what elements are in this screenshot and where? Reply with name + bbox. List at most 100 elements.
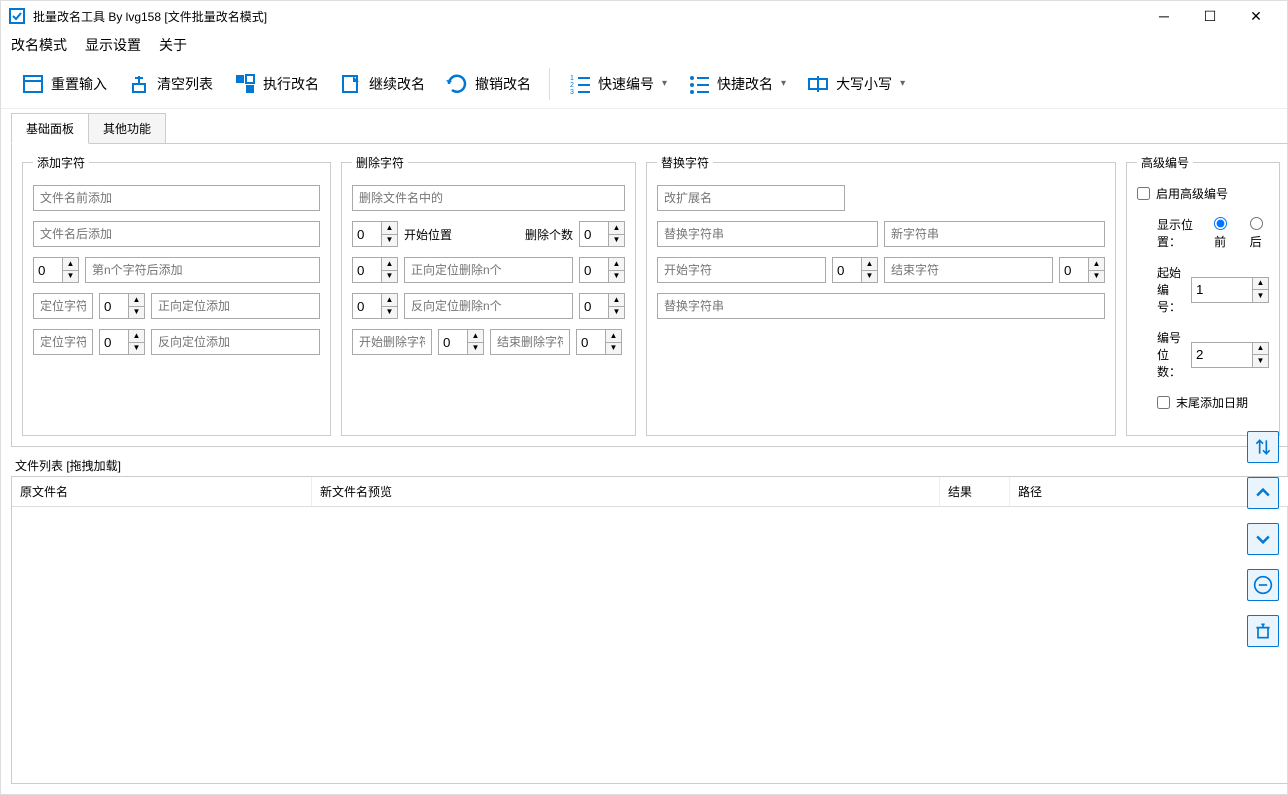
chevron-down-icon: ▾ [662, 78, 667, 89]
start-num-label: 起始编号： [1157, 264, 1181, 315]
undo-rename-button[interactable]: 撤销改名 [437, 68, 539, 100]
chevron-down-icon: ▾ [900, 78, 905, 89]
rep-startchar-input[interactable] [657, 257, 826, 283]
minimize-button[interactable]: ─ [1141, 1, 1187, 31]
add-reverse-input[interactable] [151, 329, 320, 355]
menu-about[interactable]: 关于 [159, 35, 187, 55]
menubar: 改名模式 显示设置 关于 [1, 31, 1287, 59]
add-after-input[interactable] [33, 221, 320, 247]
trash-icon [1253, 621, 1273, 641]
del-rev-cnt-spinner[interactable]: ▲▼ [579, 293, 625, 319]
menu-display-settings[interactable]: 显示设置 [85, 35, 141, 55]
add-forward-input[interactable] [151, 293, 320, 319]
side-buttons-bottom [1239, 431, 1287, 647]
pos-label: 显示位置： [1157, 216, 1198, 250]
move-down-button[interactable] [1247, 523, 1279, 555]
rep-find-input[interactable] [657, 221, 878, 247]
quick-rename-button[interactable]: 快捷改名 ▾ [679, 68, 794, 100]
del-fwd-cnt-spinner[interactable]: ▲▼ [579, 257, 625, 283]
undo-icon [445, 72, 469, 96]
rep-endchar-input[interactable] [884, 257, 1053, 283]
rep-str2-input[interactable] [657, 293, 1105, 319]
add-locate1-spinner[interactable]: ▲▼ [99, 293, 145, 319]
legend-add: 添加字符 [33, 154, 89, 171]
append-date-checkbox[interactable] [1157, 396, 1170, 409]
minus-circle-icon [1253, 575, 1273, 595]
numbered-list-icon: 123 [568, 72, 592, 96]
del-endchar-spinner[interactable]: ▲▼ [576, 329, 622, 355]
append-date-label: 末尾添加日期 [1176, 394, 1248, 411]
add-locate2-input[interactable] [33, 329, 93, 355]
rep-startchar-spinner[interactable]: ▲▼ [832, 257, 878, 283]
window-title: 批量改名工具 By lvg158 [文件批量改名模式] [33, 8, 1141, 25]
fieldset-advanced-number: 高级编号 启用高级编号 显示位置： 前 后 起始编号： ▲▼ [1126, 154, 1280, 436]
svg-text:2: 2 [570, 82, 574, 89]
legend-del: 删除字符 [352, 154, 408, 171]
execute-rename-button[interactable]: 执行改名 [225, 68, 327, 100]
app-icon [9, 8, 25, 24]
svg-text:3: 3 [570, 89, 574, 96]
del-startchar-spinner[interactable]: ▲▼ [438, 329, 484, 355]
delete-button[interactable] [1247, 615, 1279, 647]
clear-list-button[interactable]: 清空列表 [119, 68, 221, 100]
add-nth-input[interactable] [85, 257, 320, 283]
del-in-input[interactable] [352, 185, 625, 211]
del-fwd-input[interactable] [404, 257, 573, 283]
file-list-section: 文件列表 [拖拽加载] 原文件名 新文件名预览 结果 路径 [11, 455, 1288, 784]
tabs: 基础面板 其他功能 [11, 113, 1288, 144]
continue-icon [339, 72, 363, 96]
exec-icon [233, 72, 257, 96]
enable-number-checkbox[interactable] [1137, 187, 1150, 200]
fieldset-add-chars: 添加字符 ▲▼ ▲▼ ▲▼ [22, 154, 331, 436]
chevron-down-icon: ▾ [781, 78, 786, 89]
add-before-input[interactable] [33, 185, 320, 211]
del-endchar-input[interactable] [490, 329, 570, 355]
maximize-button[interactable]: ☐ [1187, 1, 1233, 31]
legend-num: 高级编号 [1137, 154, 1193, 171]
tab-basic[interactable]: 基础面板 [11, 113, 89, 144]
add-locate1-input[interactable] [33, 293, 93, 319]
svg-text:1: 1 [570, 75, 574, 82]
col-new-name[interactable]: 新文件名预览 [312, 477, 940, 506]
continue-rename-button[interactable]: 继续改名 [331, 68, 433, 100]
del-start-spinner[interactable]: ▲▼ [352, 221, 398, 247]
del-start-label: 开始位置 [404, 226, 452, 243]
del-startchar-input[interactable] [352, 329, 432, 355]
toolbar: 重置输入 清空列表 执行改名 继续改名 撤销改名 123 快速编号 ▾ 快捷改名… [1, 59, 1287, 109]
remove-button[interactable] [1247, 569, 1279, 601]
titlebar: 批量改名工具 By lvg158 [文件批量改名模式] ─ ☐ ✕ [1, 1, 1287, 31]
sort-icon [1253, 437, 1273, 457]
reset-icon [21, 72, 45, 96]
file-table-header: 原文件名 新文件名预览 结果 路径 [12, 477, 1288, 507]
col-result[interactable]: 结果 [940, 477, 1010, 506]
pos-back-radio[interactable]: 后 [1250, 217, 1269, 250]
fieldset-replace-chars: 替换字符 ▲▼ ▲▼ [646, 154, 1116, 436]
close-button[interactable]: ✕ [1233, 1, 1279, 31]
reset-input-button[interactable]: 重置输入 [13, 68, 115, 100]
enable-number-label: 启用高级编号 [1156, 185, 1228, 202]
bullet-list-icon [687, 72, 711, 96]
rep-endchar-spinner[interactable]: ▲▼ [1059, 257, 1105, 283]
tab-other[interactable]: 其他功能 [88, 113, 166, 144]
file-table[interactable]: 原文件名 新文件名预览 结果 路径 [11, 476, 1288, 784]
menu-rename-mode[interactable]: 改名模式 [11, 35, 67, 55]
digits-spinner[interactable]: ▲▼ [1191, 342, 1269, 368]
del-fwd-spinner[interactable]: ▲▼ [352, 257, 398, 283]
del-count-spinner[interactable]: ▲▼ [579, 221, 625, 247]
rep-ext-input[interactable] [657, 185, 845, 211]
quick-number-button[interactable]: 123 快速编号 ▾ [560, 68, 675, 100]
move-up-button[interactable] [1247, 477, 1279, 509]
del-rev-spinner[interactable]: ▲▼ [352, 293, 398, 319]
toolbar-separator [549, 68, 550, 100]
rep-new-input[interactable] [884, 221, 1105, 247]
start-num-spinner[interactable]: ▲▼ [1191, 277, 1269, 303]
add-locate2-spinner[interactable]: ▲▼ [99, 329, 145, 355]
add-n-spinner[interactable]: ▲▼ [33, 257, 79, 283]
tab-content: 添加字符 ▲▼ ▲▼ ▲▼ [11, 143, 1288, 447]
col-original-name[interactable]: 原文件名 [12, 477, 312, 506]
chevron-up-icon [1253, 483, 1273, 503]
del-rev-input[interactable] [404, 293, 573, 319]
pos-front-radio[interactable]: 前 [1214, 217, 1233, 250]
sort-button[interactable] [1247, 431, 1279, 463]
case-button[interactable]: 大写小写 ▾ [798, 68, 913, 100]
